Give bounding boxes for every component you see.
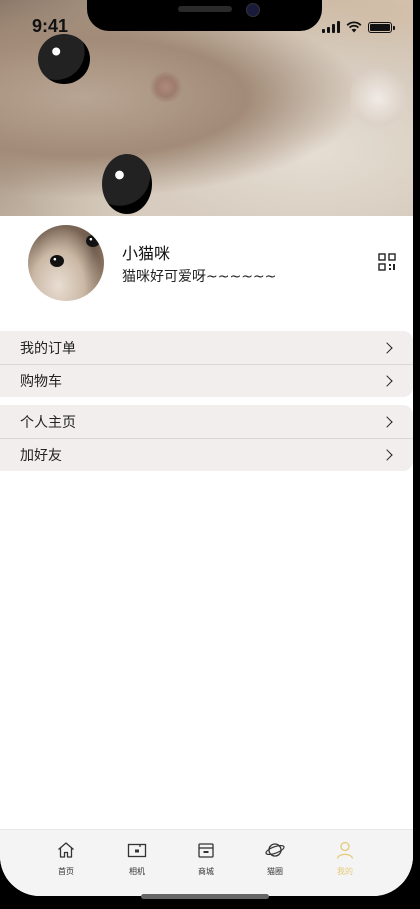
chevron-right-icon — [381, 341, 393, 354]
user-icon — [336, 841, 354, 859]
menu-item-homepage[interactable]: 个人主页 — [0, 405, 413, 438]
qr-code-icon[interactable] — [378, 253, 396, 271]
avatar[interactable] — [28, 225, 104, 301]
menu-item-label: 加好友 — [20, 448, 62, 464]
device-notch — [87, 0, 322, 31]
store-icon — [198, 843, 214, 858]
tab-label: 商城 — [198, 867, 214, 876]
status-icons — [322, 19, 395, 35]
wifi-icon — [346, 21, 362, 33]
tab-cat-circle[interactable]: 猫圈 — [250, 840, 300, 877]
menu-item-label: 购物车 — [20, 374, 62, 390]
menu-group-social: 个人主页 加好友 — [0, 405, 413, 471]
cat-eye-left — [38, 34, 90, 84]
battery-icon — [368, 21, 395, 33]
tab-label: 我的 — [337, 867, 353, 876]
home-icon — [58, 842, 74, 858]
menu-item-cart[interactable]: 购物车 — [0, 364, 413, 397]
menu-item-label: 我的订单 — [20, 340, 76, 357]
cat-eye-right — [102, 154, 152, 214]
menu-group-orders: 我的订单 购物车 — [0, 331, 413, 397]
chevron-right-icon — [381, 375, 393, 387]
cellular-signal-icon — [322, 21, 340, 33]
bottom-tab-bar: 首页 相机 商城 猫圈 我的 — [0, 829, 413, 896]
front-camera — [246, 3, 260, 17]
tab-home[interactable]: 首页 — [41, 840, 91, 877]
chevron-right-icon — [381, 415, 393, 428]
tab-camera[interactable]: 相机 — [112, 840, 162, 877]
menu-item-my-orders[interactable]: 我的订单 — [0, 331, 413, 364]
profile-bio: 猫咪好可爱呀~~~~~~ — [122, 269, 277, 285]
tab-label: 猫圈 — [267, 867, 283, 876]
home-indicator[interactable] — [141, 894, 269, 899]
device-edge — [413, 0, 420, 909]
tab-label: 相机 — [129, 867, 145, 876]
tab-mine[interactable]: 我的 — [320, 840, 370, 877]
profile-name: 小猫咪 — [122, 244, 171, 263]
chevron-right-icon — [381, 449, 393, 461]
tab-store[interactable]: 商城 — [181, 840, 231, 877]
phone-screen: 9:41 小猫咪 猫咪好可爱呀~~~~~~ 我的订单 购物车 个人主页 加好友 … — [0, 0, 413, 896]
cat-paw — [350, 68, 406, 130]
menu-item-label: 个人主页 — [20, 414, 76, 431]
planet-icon — [265, 843, 285, 857]
menu-item-add-friend[interactable]: 加好友 — [0, 438, 413, 471]
status-time: 9:41 — [32, 16, 69, 36]
camera-icon — [127, 843, 147, 858]
tab-label: 首页 — [58, 867, 74, 876]
cat-nose — [148, 72, 184, 102]
speaker — [178, 6, 232, 12]
